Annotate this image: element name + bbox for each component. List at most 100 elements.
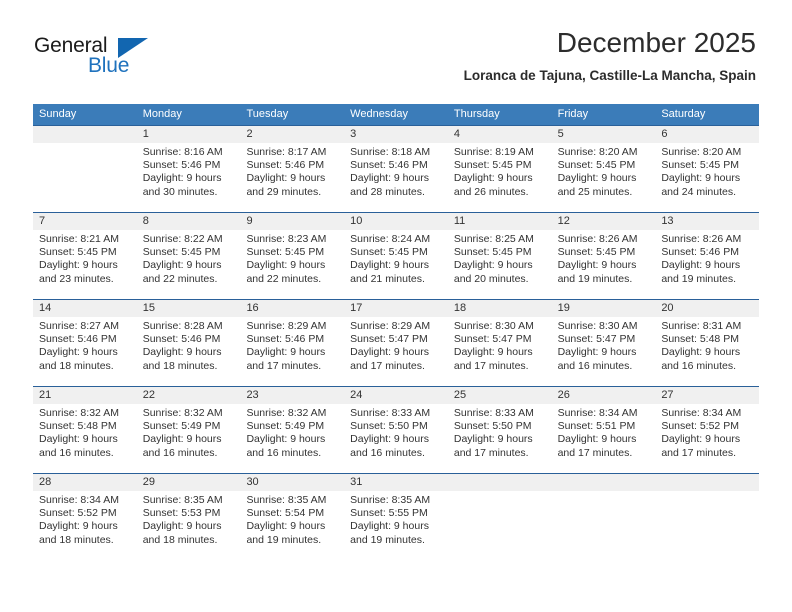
day-cell[interactable]: Sunrise: 8:35 AM Sunset: 5:54 PM Dayligh… [240,491,344,553]
day-cell[interactable]: Sunrise: 8:26 AM Sunset: 5:46 PM Dayligh… [655,230,759,292]
day-cell[interactable]: Sunrise: 8:26 AM Sunset: 5:45 PM Dayligh… [552,230,656,292]
day-cell[interactable]: Sunrise: 8:29 AM Sunset: 5:46 PM Dayligh… [240,317,344,379]
day-number[interactable]: 6 [655,126,759,143]
sunset-text: Sunset: 5:47 PM [557,333,636,346]
day-number[interactable]: 31 [344,474,448,491]
week-daynumber-band: 14 15 16 17 18 19 20 [33,300,759,317]
day-number[interactable]: 30 [240,474,344,491]
day-cell[interactable] [552,491,656,553]
sunrise-text: Sunrise: 8:32 AM [39,407,119,419]
day-number[interactable]: 12 [552,213,656,230]
day-cell[interactable]: Sunrise: 8:18 AM Sunset: 5:46 PM Dayligh… [344,143,448,205]
day-number[interactable] [33,126,137,143]
daylight-text-1: Daylight: 9 hours [557,172,637,185]
day-number[interactable]: 16 [240,300,344,317]
day-number[interactable]: 25 [448,387,552,404]
day-number[interactable]: 18 [448,300,552,317]
day-number[interactable]: 17 [344,300,448,317]
sunset-text: Sunset: 5:55 PM [350,507,428,520]
sunrise-text: Sunrise: 8:32 AM [246,407,327,419]
day-cell[interactable]: Sunrise: 8:30 AM Sunset: 5:47 PM Dayligh… [552,317,656,379]
day-number[interactable] [552,474,656,491]
day-number[interactable]: 14 [33,300,137,317]
day-cell[interactable]: Sunrise: 8:33 AM Sunset: 5:50 PM Dayligh… [448,404,552,466]
day-cell[interactable]: Sunrise: 8:34 AM Sunset: 5:51 PM Dayligh… [552,404,656,466]
day-number[interactable] [448,474,552,491]
day-number[interactable]: 21 [33,387,137,404]
day-number[interactable]: 27 [655,387,759,404]
daylight-text-2: and 18 minutes. [142,533,218,546]
sunrise-text: Sunrise: 8:26 AM [557,233,638,245]
day-cell[interactable]: Sunrise: 8:17 AM Sunset: 5:46 PM Dayligh… [240,143,344,205]
day-cell[interactable]: Sunrise: 8:32 AM Sunset: 5:49 PM Dayligh… [137,404,241,466]
day-cell[interactable]: Sunrise: 8:28 AM Sunset: 5:46 PM Dayligh… [137,317,241,379]
daylight-text-2: and 28 minutes. [350,185,425,198]
day-number[interactable]: 1 [137,126,241,143]
sunset-text: Sunset: 5:54 PM [246,507,325,520]
day-cell[interactable]: Sunrise: 8:31 AM Sunset: 5:48 PM Dayligh… [655,317,759,379]
sunrise-text: Sunrise: 8:18 AM [350,146,431,158]
day-cell[interactable]: Sunrise: 8:33 AM Sunset: 5:50 PM Dayligh… [344,404,448,466]
week-body-band: Sunrise: 8:16 AM Sunset: 5:46 PM Dayligh… [33,143,759,205]
day-cell[interactable]: Sunrise: 8:20 AM Sunset: 5:45 PM Dayligh… [552,143,656,205]
sunset-text: Sunset: 5:47 PM [350,333,428,346]
day-number[interactable]: 9 [240,213,344,230]
day-cell[interactable]: Sunrise: 8:23 AM Sunset: 5:45 PM Dayligh… [240,230,344,292]
daylight-text-2: and 17 minutes. [453,359,529,372]
day-cell[interactable]: Sunrise: 8:22 AM Sunset: 5:45 PM Dayligh… [137,230,241,292]
day-number[interactable]: 8 [137,213,241,230]
day-cell[interactable]: Sunrise: 8:35 AM Sunset: 5:53 PM Dayligh… [137,491,241,553]
day-number[interactable]: 28 [33,474,137,491]
day-number[interactable]: 3 [344,126,448,143]
day-number[interactable]: 15 [137,300,241,317]
day-cell[interactable]: Sunrise: 8:32 AM Sunset: 5:49 PM Dayligh… [240,404,344,466]
week-daynumber-band: 28 29 30 31 [33,474,759,491]
day-number[interactable]: 2 [240,126,344,143]
week-row: 28 29 30 31 Sunrise: 8:34 AM Sunset: 5:5… [33,473,759,553]
day-number[interactable]: 13 [655,213,759,230]
day-cell[interactable]: Sunrise: 8:34 AM Sunset: 5:52 PM Dayligh… [33,491,137,553]
day-number[interactable]: 26 [552,387,656,404]
day-number[interactable]: 24 [344,387,448,404]
daylight-text-1: Daylight: 9 hours [453,172,533,185]
day-number[interactable]: 29 [137,474,241,491]
daylight-text-2: and 29 minutes. [246,185,322,198]
sunset-text: Sunset: 5:50 PM [350,420,428,433]
daylight-text-1: Daylight: 9 hours [557,433,637,446]
weekday-header-thursday: Thursday [453,108,500,120]
day-number[interactable]: 20 [655,300,759,317]
day-cell[interactable]: Sunrise: 8:21 AM Sunset: 5:45 PM Dayligh… [33,230,137,292]
day-cell[interactable]: Sunrise: 8:19 AM Sunset: 5:45 PM Dayligh… [448,143,552,205]
day-cell[interactable]: Sunrise: 8:29 AM Sunset: 5:47 PM Dayligh… [344,317,448,379]
day-number[interactable]: 4 [448,126,552,143]
daylight-text-2: and 17 minutes. [661,446,737,459]
day-number[interactable]: 10 [344,213,448,230]
day-number[interactable]: 22 [137,387,241,404]
day-number[interactable]: 5 [552,126,656,143]
day-number[interactable]: 23 [240,387,344,404]
day-cell[interactable]: Sunrise: 8:30 AM Sunset: 5:47 PM Dayligh… [448,317,552,379]
week-row: 7 8 9 10 11 12 13 Sunrise: 8:21 AM Sunse… [33,212,759,292]
daylight-text-2: and 16 minutes. [142,446,218,459]
daylight-text-1: Daylight: 9 hours [350,172,429,185]
day-number[interactable]: 19 [552,300,656,317]
day-cell[interactable]: Sunrise: 8:16 AM Sunset: 5:46 PM Dayligh… [137,143,241,205]
day-cell[interactable]: Sunrise: 8:27 AM Sunset: 5:46 PM Dayligh… [33,317,137,379]
daylight-text-2: and 24 minutes. [661,185,737,198]
day-cell[interactable]: Sunrise: 8:32 AM Sunset: 5:48 PM Dayligh… [33,404,137,466]
daylight-text-1: Daylight: 9 hours [142,520,222,533]
day-cell[interactable]: Sunrise: 8:25 AM Sunset: 5:45 PM Dayligh… [448,230,552,292]
day-cell[interactable]: Sunrise: 8:20 AM Sunset: 5:45 PM Dayligh… [655,143,759,205]
day-cell[interactable] [448,491,552,553]
sunrise-text: Sunrise: 8:20 AM [661,146,742,158]
sunrise-text: Sunrise: 8:30 AM [557,320,638,332]
day-cell[interactable] [655,491,759,553]
day-number[interactable] [655,474,759,491]
day-cell[interactable] [33,143,137,205]
day-cell[interactable]: Sunrise: 8:35 AM Sunset: 5:55 PM Dayligh… [344,491,448,553]
sunset-text: Sunset: 5:45 PM [453,246,532,259]
day-cell[interactable]: Sunrise: 8:24 AM Sunset: 5:45 PM Dayligh… [344,230,448,292]
day-number[interactable]: 11 [448,213,552,230]
day-number[interactable]: 7 [33,213,137,230]
day-cell[interactable]: Sunrise: 8:34 AM Sunset: 5:52 PM Dayligh… [655,404,759,466]
